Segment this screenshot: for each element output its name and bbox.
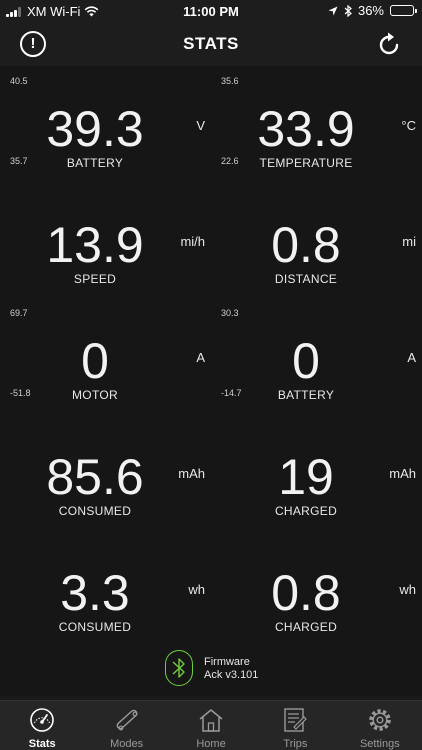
stat-label: BATTERY — [66, 156, 124, 170]
stat-min: -51.8 — [10, 388, 31, 398]
stat-unit: A — [407, 350, 416, 365]
stat-unit: mi/h — [180, 234, 205, 249]
tab-stats[interactable]: Stats — [0, 701, 84, 750]
stat-value: 3.3 — [60, 565, 130, 621]
page-title: STATS — [183, 34, 239, 53]
gear-icon — [369, 709, 391, 731]
firmware-version: Ack v3.101 — [204, 669, 259, 681]
tab-label-home: Home — [196, 738, 226, 750]
stat-value: 19 — [278, 449, 334, 505]
stats-grid: 39.3 V BATTERY 40.5 35.7 33.9 °C TEMPERATURE 35.… — [0, 66, 422, 696]
carrier-name: XM Wi-Fi — [27, 4, 81, 19]
stat-unit: mAh — [389, 466, 416, 481]
stat-unit: V — [196, 118, 205, 133]
stat-label: DISTANCE — [274, 272, 338, 286]
stat-cell: 0.8 wh CHARGED — [211, 536, 422, 652]
stat-value: 85.6 — [46, 449, 144, 505]
stat-min: -14.7 — [221, 388, 242, 398]
stat-max: 35.6 — [221, 76, 239, 86]
stat-value: 13.9 — [46, 217, 144, 273]
tab-trips[interactable]: Trips — [253, 701, 337, 750]
bluetooth-icon — [172, 658, 185, 678]
tab-bar: Stats Modes Home Trips Settings — [0, 700, 422, 750]
stat-label: CHARGED — [274, 620, 338, 634]
status-bar: XM Wi-Fi 11:00 PM 36% — [0, 0, 422, 22]
stat-cell: 39.3 V BATTERY 40.5 35.7 — [0, 72, 211, 188]
stat-unit: mAh — [178, 466, 205, 481]
stat-label: SPEED — [73, 272, 117, 286]
stat-value: 0 — [81, 333, 109, 389]
stat-cell: 19 mAh CHARGED — [211, 420, 422, 536]
stat-cell: 0 A BATTERY 30.3 -14.7 — [211, 304, 422, 420]
stat-unit: mi — [402, 234, 416, 249]
battery-percent: 36% — [357, 3, 384, 18]
stat-cell: 0.8 mi DISTANCE — [211, 188, 422, 304]
stat-max: 40.5 — [10, 76, 28, 86]
stat-label: CONSUMED — [58, 504, 132, 518]
tab-label-trips: Trips — [283, 738, 308, 750]
stat-cell: 13.9 mi/h SPEED — [0, 188, 211, 304]
bluetooth-connection-badge[interactable] — [165, 650, 193, 686]
stat-max: 30.3 — [221, 308, 239, 318]
status-right-group: 36% — [328, 3, 417, 18]
firmware-info: Firmware Ack v3.101 — [0, 650, 422, 688]
stat-unit: A — [196, 350, 205, 365]
tab-modes[interactable]: Modes — [84, 701, 168, 750]
stat-max: 69.7 — [10, 308, 28, 318]
stat-value: 0.8 — [271, 565, 341, 621]
firmware-label: Firmware — [204, 656, 250, 668]
stat-value: 33.9 — [257, 101, 355, 157]
stat-value: 0.8 — [271, 217, 341, 273]
stat-cell: 85.6 mAh CONSUMED — [0, 420, 211, 536]
stat-label: CHARGED — [274, 504, 338, 518]
stat-label: CONSUMED — [58, 620, 132, 634]
stat-cell: 0 A MOTOR 69.7 -51.8 — [0, 304, 211, 420]
tab-home[interactable]: Home — [169, 701, 253, 750]
carrier-group: XM Wi-Fi — [6, 4, 99, 19]
tab-label-stats: Stats — [28, 738, 56, 750]
nav-bar: ! STATS — [0, 22, 422, 66]
battery-icon — [390, 5, 417, 16]
skateboard-icon — [116, 709, 138, 731]
gauge-icon — [30, 708, 55, 732]
firmware-text: Firmware Ack v3.101 — [204, 656, 258, 682]
stat-unit: °C — [401, 118, 416, 133]
wifi-icon — [85, 6, 99, 17]
home-icon — [199, 709, 223, 732]
refresh-button[interactable] — [376, 31, 402, 57]
stat-label: TEMPERATURE — [259, 156, 353, 170]
stat-min: 22.6 — [221, 156, 239, 166]
stat-value: 39.3 — [46, 101, 144, 157]
stat-unit: wh — [399, 582, 416, 597]
stat-min: 35.7 — [10, 156, 28, 166]
refresh-icon — [379, 32, 399, 55]
stat-value: 0 — [292, 333, 320, 389]
tab-settings[interactable]: Settings — [338, 701, 422, 750]
bluetooth-status-icon — [344, 4, 352, 17]
signal-strength-icon — [6, 6, 21, 17]
tab-label-modes: Modes — [110, 738, 144, 750]
stat-cell: 3.3 wh CONSUMED — [0, 536, 211, 652]
tab-label-settings: Settings — [359, 738, 400, 750]
stat-cell: 33.9 °C TEMPERATURE 35.6 22.6 — [211, 72, 422, 188]
location-arrow-icon — [328, 6, 338, 15]
trips-icon — [284, 708, 308, 732]
stat-unit: wh — [188, 582, 205, 597]
